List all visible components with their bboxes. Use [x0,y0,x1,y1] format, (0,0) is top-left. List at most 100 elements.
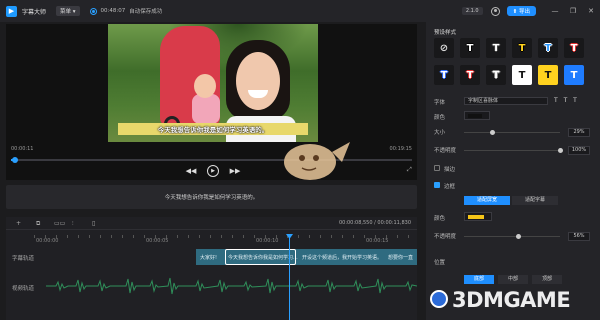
align-icon[interactable]: ⫶ [72,220,74,228]
ruler-label: 00:00:05 [146,238,169,244]
ruler-ticks [34,235,417,238]
preset-style-swatch[interactable]: T [512,65,532,85]
subtitle-clip[interactable]: 想要你一直 [388,254,413,261]
selected-clip-outline[interactable] [225,249,296,265]
border-opacity-slider[interactable] [464,234,560,239]
size-label: 大小 [434,130,446,136]
save-status: 自动保存成功 [129,9,163,15]
size-value[interactable]: 29% [568,128,590,137]
user-icon[interactable] [490,6,500,16]
preset-style-swatch[interactable]: T [486,65,506,85]
preset-style-swatch[interactable]: T [564,38,584,58]
style-panel: 预设样式 ⊘ T T T T T T T T T T T 字体 字制区喜脉体 T T T 颜色 大小 … [426,22,600,320]
minimize-button[interactable]: — [546,7,564,15]
preset-style-swatch[interactable]: T [486,38,506,58]
progress-knob[interactable] [12,157,18,163]
ruler-label: 00:00:00 [36,238,59,244]
preset-style-swatch[interactable]: T [460,38,480,58]
preset-style-swatch[interactable]: T [434,65,454,85]
subtitle-overlay-text: 今天我想告诉你我是如何学习英语的。 [157,126,269,134]
subtitle-clip[interactable]: 开设这个频道后，我开始学习英语。 [302,254,382,261]
export-label: 导出 [518,9,530,15]
preset-style-grid: ⊘ T T T T T T T T T T T [434,38,594,85]
preset-style-swatch[interactable]: T [564,65,584,85]
size-slider[interactable] [464,130,560,135]
subtitle-edit-bar[interactable]: 今天我想告诉你我是如何学习英语的。 [6,185,417,209]
text-color-swatch [468,114,482,118]
font-select[interactable]: 字制区喜脉体 [464,97,548,105]
position-bottom-button[interactable]: 底部 [464,275,494,284]
position-top-button[interactable]: 顶部 [532,275,562,284]
text-color-picker[interactable] [464,111,490,120]
menu-label: 菜单 [60,9,72,15]
save-time: 00:48:07 [100,8,126,14]
video-frame[interactable]: 今天我想告诉你我是如何学习英语的。 [108,24,318,142]
total-time: 00:19:15 [389,146,412,152]
baby-body [192,94,220,124]
baby-face [194,74,216,98]
app-title: 字幕大师 [22,8,47,16]
add-subtitle-icon[interactable]: + [16,220,21,227]
stroke-label: 描边 [444,167,456,173]
audio-waveform[interactable] [46,275,417,297]
opacity-slider[interactable] [464,148,563,153]
audio-track-label: 视频轨道 [12,286,35,292]
preset-styles-title: 预设样式 [434,30,457,36]
border-color-picker[interactable] [464,212,492,221]
current-time: 00:00:11 [11,146,34,152]
timeline-time-readout: 00:00:08,550 / 00:00:11,830 [338,220,411,226]
fullscreen-icon[interactable]: ⤢ [407,166,412,174]
border-color-swatch [468,215,484,219]
size-slider-knob[interactable] [489,130,495,135]
menu-button[interactable]: 菜单 ▾ [56,6,80,16]
mascot-watermark [284,142,350,180]
border-opacity-slider-knob[interactable] [515,234,521,239]
subtitle-clip[interactable]: 大家好! [200,254,217,261]
timeline-toolbar: + ⧉ ▭▭ ⫶ ▯ 00:00:08,550 / 00:00:11,830 [6,217,417,230]
playhead-line[interactable] [289,236,290,320]
border-fit-screen-button[interactable]: 适配屏宽 [464,196,510,205]
timeline: + ⧉ ▭▭ ⫶ ▯ 00:00:08,550 / 00:00:11,830 0… [6,217,417,320]
opacity-value[interactable]: 100% [568,146,590,155]
font-value: 字制区喜脉体 [468,98,499,104]
split-icon[interactable]: ▭▭ [54,220,65,227]
export-button[interactable]: ⬆ 导出 [506,6,536,16]
autosave-icon [89,7,97,15]
border-label: 边框 [444,184,456,190]
position-label: 位置 [434,260,446,266]
position-middle-button[interactable]: 中部 [498,275,528,284]
no-style-icon[interactable]: ⊘ [434,38,454,58]
play-button[interactable]: ▶ [207,165,219,177]
preset-style-swatch[interactable]: T [512,38,532,58]
border-color-label: 颜色 [434,216,446,222]
preset-style-swatch[interactable]: T [538,65,558,85]
next-frame-button[interactable]: ▶▶ [229,166,241,176]
title-bar: ▶ 字幕大师 菜单 ▾ 00:48:07 自动保存成功 2.1.0 ⬆ 导出 —… [0,0,600,22]
ruler-label: 00:00:10 [256,238,279,244]
border-checkbox[interactable] [434,182,440,188]
watermark-text: 3DMGAME [452,288,571,312]
timeline-ruler[interactable]: 00:00:00 00:00:05 00:00:10 00:00:15 [34,235,417,245]
border-opacity-value[interactable]: 56% [568,232,590,241]
preset-style-swatch[interactable]: T [460,65,480,85]
stroke-checkbox[interactable] [434,165,440,171]
ruler-label: 00:00:15 [366,238,389,244]
copy-icon[interactable]: ⧉ [36,220,40,228]
version-badge: 2.1.0 [461,7,483,15]
border-fit-subtitle-button[interactable]: 适配字幕 [512,196,558,205]
maximize-button[interactable]: ❐ [564,7,582,15]
close-button[interactable]: ✕ [582,7,600,15]
delete-icon[interactable]: ▯ [92,220,95,227]
border-opacity-label: 不透明度 [434,234,457,240]
prev-frame-button[interactable]: ◀◀ [185,166,197,176]
preset-style-swatch[interactable]: T [538,38,558,58]
font-label: 字体 [434,100,446,106]
subtitle-edit-text: 今天我想告诉你我是如何学习英语的。 [164,195,259,201]
font-style-icons[interactable]: T T T [554,97,579,104]
opacity-label: 不透明度 [434,148,457,154]
subtitle-track-label: 字幕轨道 [12,256,35,262]
watermark-logo-icon [430,290,448,308]
video-preview: 今天我想告诉你我是如何学习英语的。 [6,24,417,180]
opacity-slider-knob[interactable] [558,148,563,153]
woman-face [236,52,280,110]
